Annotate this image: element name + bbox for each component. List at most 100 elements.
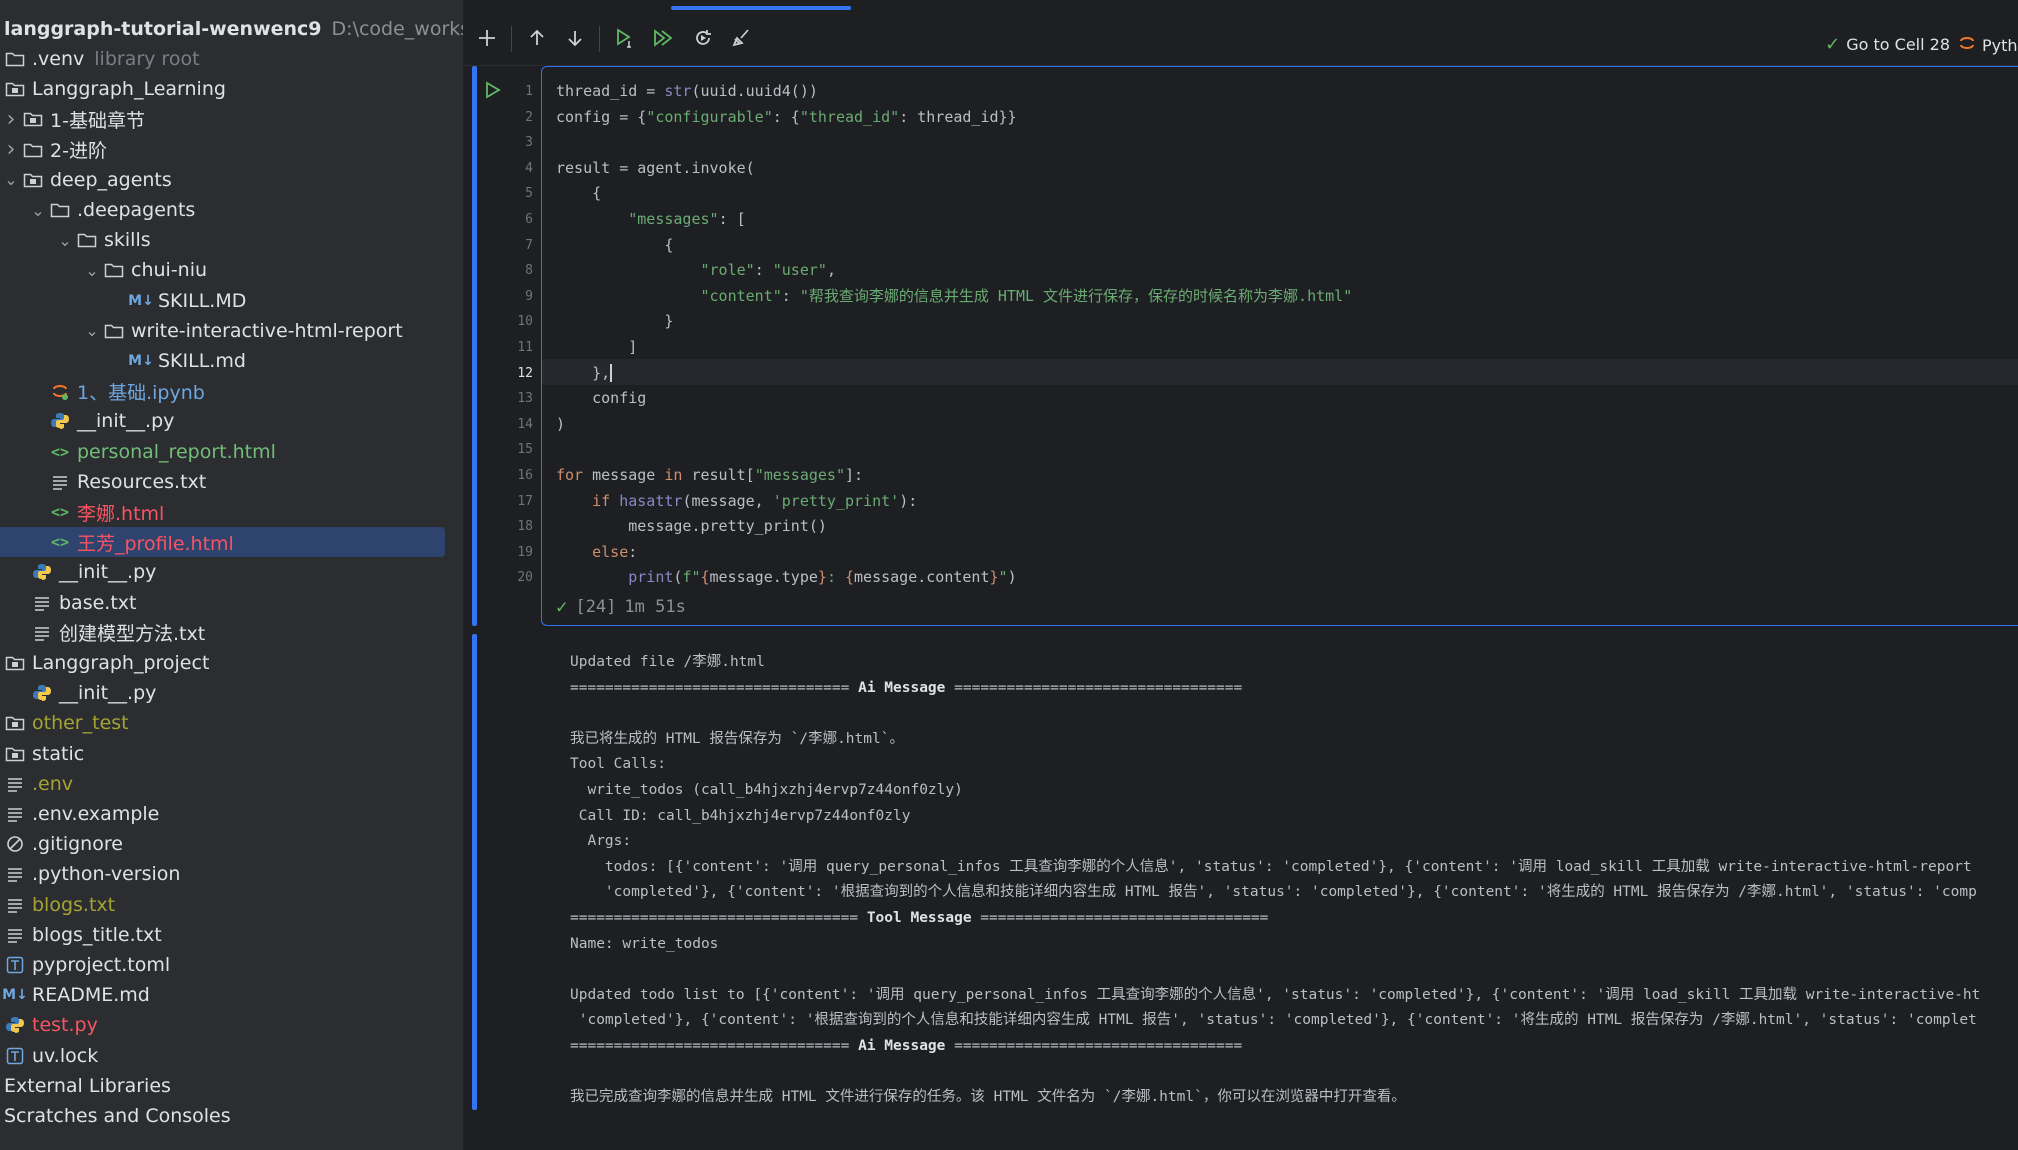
code-line[interactable]: thread_id = str(uuid.uuid4()) bbox=[556, 79, 818, 105]
tree-item[interactable]: ⌄ .deepagents bbox=[0, 195, 463, 225]
tree-item[interactable]: Resources.txt bbox=[0, 467, 463, 497]
tree-item[interactable]: 1、基础.ipynb bbox=[0, 376, 463, 406]
line-number: 7 bbox=[525, 237, 533, 253]
chevron-down-icon[interactable]: ⌄ bbox=[81, 261, 103, 280]
tree-item[interactable]: __init__.py bbox=[0, 678, 463, 708]
tree-item[interactable]: Langgraph_Learning bbox=[0, 74, 463, 104]
output-selection-bar[interactable] bbox=[472, 634, 477, 1110]
code-line[interactable]: config = {"configurable": {"thread_id": … bbox=[556, 105, 1017, 131]
kernel-selector[interactable]: Pyth bbox=[1958, 34, 2018, 56]
chevron-right-icon[interactable]: › bbox=[0, 107, 22, 132]
tree-item[interactable]: .python-version bbox=[0, 859, 463, 889]
line-number: 9 bbox=[525, 288, 533, 304]
tree-item[interactable]: M↓ SKILL.md bbox=[0, 346, 463, 376]
tree-item-label: __init__.py bbox=[77, 410, 175, 433]
output-line: ================================= Tool M… bbox=[570, 910, 1269, 926]
tree-item-label: 创建模型方法.txt bbox=[59, 623, 206, 646]
line-number: 14 bbox=[517, 416, 533, 432]
tree-item[interactable]: <> 王芳_profile.html bbox=[0, 527, 463, 558]
tree-item[interactable]: __init__.py bbox=[0, 557, 463, 587]
tree-item[interactable]: .gitignore bbox=[0, 829, 463, 859]
tree-item[interactable]: ⌄ chui-niu bbox=[0, 255, 463, 285]
cell-selection-bar[interactable] bbox=[472, 66, 477, 626]
line-number: 20 bbox=[517, 570, 533, 586]
code-line[interactable]: "content": "帮我查询李娜的信息并生成 HTML 文件进行保存，保存的… bbox=[556, 284, 1353, 310]
module-folder-icon bbox=[4, 743, 26, 765]
chevron-down-icon[interactable]: ⌄ bbox=[54, 231, 76, 250]
code-line[interactable]: "role": "user", bbox=[556, 258, 836, 284]
tree-item[interactable]: other_test bbox=[0, 708, 463, 738]
go-to-cell-label: Go to Cell 28 bbox=[1846, 35, 1950, 54]
code-line[interactable]: ) bbox=[556, 412, 565, 438]
tree-item[interactable]: blogs_title.txt bbox=[0, 920, 463, 950]
tree-item[interactable]: static bbox=[0, 739, 463, 769]
text-file-icon bbox=[4, 863, 26, 885]
code-line[interactable]: } bbox=[556, 309, 673, 335]
tree-item[interactable]: 创建模型方法.txt bbox=[0, 618, 463, 648]
chevron-down-icon[interactable]: ⌄ bbox=[81, 321, 103, 340]
project-root-header[interactable]: langgraph-tutorial-wenwenc9 D:\code_work… bbox=[0, 14, 463, 44]
code-line[interactable]: for message in result["messages"]: bbox=[556, 463, 863, 489]
add-cell-icon[interactable] bbox=[471, 22, 503, 54]
code-cell[interactable] bbox=[541, 66, 2018, 626]
tree-item[interactable]: External Libraries bbox=[0, 1071, 463, 1101]
move-cell-up-icon[interactable] bbox=[521, 22, 553, 54]
tree-item[interactable]: › 2-进阶 bbox=[0, 135, 463, 165]
code-line[interactable]: print(f"{message.type}: {message.content… bbox=[556, 565, 1016, 591]
tree-item-label: test.py bbox=[32, 1014, 98, 1037]
execution-count: [24] bbox=[575, 597, 617, 617]
tree-item[interactable]: .env.example bbox=[0, 799, 463, 829]
tree-item[interactable]: ⌄ deep_agents bbox=[0, 165, 463, 195]
tree-item[interactable]: blogs.txt bbox=[0, 890, 463, 920]
chevron-down-icon[interactable]: ⌄ bbox=[27, 201, 49, 220]
tree-item-label: __init__.py bbox=[59, 561, 157, 584]
tree-item[interactable]: ⌄ skills bbox=[0, 225, 463, 255]
tree-item-label: Scratches and Consoles bbox=[4, 1105, 231, 1127]
run-all-icon[interactable] bbox=[647, 22, 679, 54]
code-line[interactable]: else: bbox=[556, 540, 637, 566]
tree-item[interactable]: base.txt bbox=[0, 588, 463, 618]
tree-item-label: skills bbox=[104, 229, 151, 252]
restart-kernel-icon[interactable] bbox=[687, 22, 719, 54]
output-line: Tool Calls: bbox=[570, 756, 667, 773]
tree-item[interactable]: uv.lock bbox=[0, 1041, 463, 1071]
tree-item[interactable]: Langgraph_project bbox=[0, 648, 463, 678]
checkmark-icon: ✓ bbox=[1825, 34, 1841, 55]
clear-outputs-icon[interactable] bbox=[725, 22, 757, 54]
tree-item[interactable]: pyproject.toml bbox=[0, 950, 463, 980]
tree-item[interactable]: .venv library root bbox=[0, 44, 463, 74]
text-file-icon bbox=[31, 622, 53, 644]
tree-item[interactable]: test.py bbox=[0, 1010, 463, 1040]
code-line[interactable]: message.pretty_print() bbox=[556, 514, 827, 540]
tree-item[interactable]: <> 李娜.html bbox=[0, 497, 463, 527]
tree-item[interactable]: › 1-基础章节 bbox=[0, 104, 463, 134]
chevron-right-icon[interactable]: › bbox=[0, 137, 22, 162]
tree-item-label: pyproject.toml bbox=[32, 954, 171, 976]
code-line[interactable]: "messages": [ bbox=[556, 207, 745, 233]
line-number: 19 bbox=[517, 544, 533, 560]
move-cell-down-icon[interactable] bbox=[559, 22, 591, 54]
run-cell-select-below-icon[interactable] bbox=[609, 22, 641, 54]
code-line[interactable]: if hasattr(message, 'pretty_print'): bbox=[556, 489, 917, 515]
python-icon bbox=[49, 410, 71, 432]
tree-item-label: .env.example bbox=[32, 803, 160, 825]
toml-icon bbox=[4, 1045, 26, 1067]
code-line[interactable]: { bbox=[556, 233, 673, 259]
tree-item[interactable]: M↓ SKILL.MD bbox=[0, 286, 463, 316]
tree-item[interactable]: <> personal_report.html bbox=[0, 437, 463, 467]
code-line[interactable]: { bbox=[556, 181, 601, 207]
code-line[interactable]: config bbox=[556, 386, 646, 412]
tree-item[interactable]: M↓ README.md bbox=[0, 980, 463, 1010]
code-line[interactable]: ] bbox=[556, 335, 637, 361]
output-line: 'completed'}, {'content': '根据查询到的个人信息和技能… bbox=[570, 1012, 1977, 1029]
tree-item[interactable]: Scratches and Consoles bbox=[0, 1101, 463, 1131]
tree-item[interactable]: .env bbox=[0, 769, 463, 799]
chevron-down-icon[interactable]: ⌄ bbox=[0, 170, 22, 189]
tree-item[interactable]: __init__.py bbox=[0, 406, 463, 436]
folder-icon bbox=[103, 259, 125, 281]
code-line[interactable]: result = agent.invoke( bbox=[556, 156, 755, 182]
text-file-icon bbox=[4, 773, 26, 795]
go-to-cell-button[interactable]: ✓ Go to Cell 28 bbox=[1825, 34, 1950, 55]
code-line[interactable]: }, bbox=[556, 361, 613, 387]
tree-item[interactable]: ⌄ write-interactive-html-report bbox=[0, 316, 463, 346]
